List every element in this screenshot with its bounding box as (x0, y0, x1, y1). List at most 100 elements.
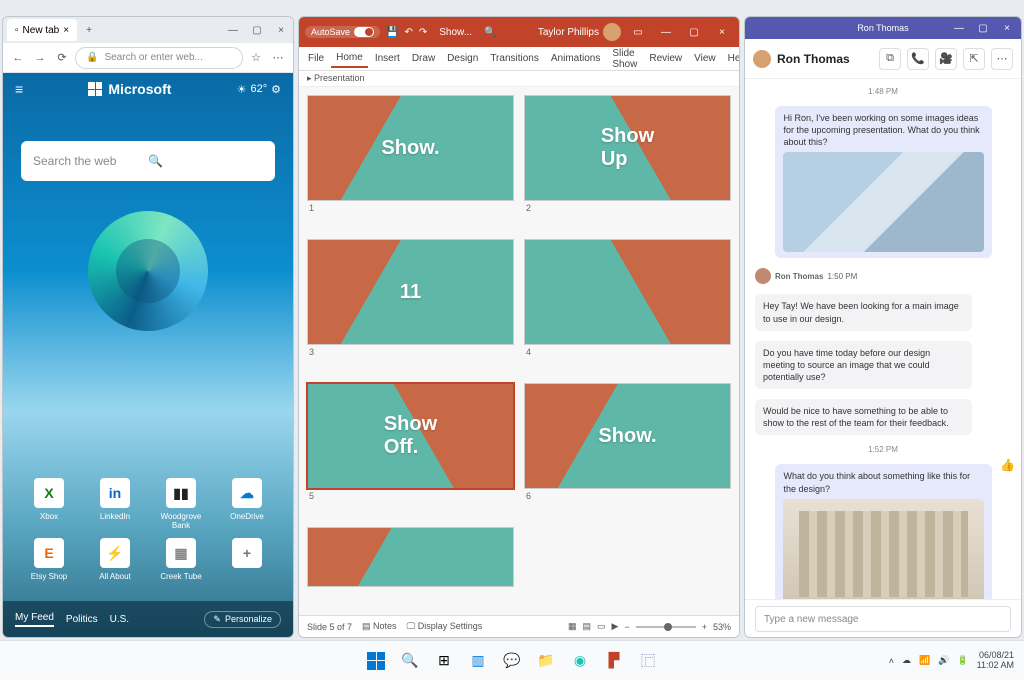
onedrive-icon[interactable]: ☁ (902, 655, 911, 666)
forward-button[interactable]: → (31, 52, 49, 64)
received-message[interactable]: Would be nice to have something to be ab… (755, 399, 972, 435)
image-attachment[interactable] (783, 499, 984, 599)
call-button[interactable]: 📞 (907, 48, 929, 70)
ribbon-tab-view[interactable]: View (689, 50, 721, 67)
zoom-slider[interactable] (636, 626, 696, 628)
sent-message[interactable]: What do you think about something like t… (775, 464, 992, 599)
search-icon[interactable]: 🔍 (484, 27, 496, 38)
wifi-icon[interactable]: 📶 (919, 655, 930, 666)
nav-politics[interactable]: Politics (66, 614, 98, 625)
menu-button[interactable]: ⋯ (269, 51, 287, 64)
received-message[interactable]: Hey Tay! We have been looking for a main… (755, 294, 972, 330)
zoom-out-button[interactable]: − (624, 622, 629, 632)
quick-link[interactable]: ▦Creek Tube (151, 538, 211, 581)
video-button[interactable]: 🎥 (935, 48, 957, 70)
widgets-button[interactable]: ▥ (466, 649, 490, 673)
account-control[interactable]: Taylor Phillips (538, 23, 621, 41)
ribbon-tab-help[interactable]: Help (723, 50, 740, 67)
clock[interactable]: 06/08/21 11:02 AM (977, 651, 1014, 671)
sent-message[interactable]: Hi Ron, I've been working on some images… (775, 106, 992, 258)
undo-icon[interactable]: ↶ (404, 27, 412, 38)
redo-icon[interactable]: ↷ (419, 27, 427, 38)
ntp-search-box[interactable]: Search the web 🔍 (21, 141, 275, 181)
slide-thumb[interactable]: Show.1 (307, 95, 514, 233)
tray-chevron-icon[interactable]: ˄ (889, 656, 894, 666)
personalize-button[interactable]: ✎ Personalize (204, 611, 281, 628)
start-button[interactable] (364, 649, 388, 673)
slide-thumb[interactable]: 113 (307, 239, 514, 377)
quick-link[interactable]: ⚡All About (85, 538, 145, 581)
popout-button[interactable]: ⧉ (879, 48, 901, 70)
favorite-button[interactable]: ☆ (247, 51, 265, 64)
powerpoint-button[interactable]: ▛ (602, 649, 626, 673)
share-button[interactable]: ⇱ (963, 48, 985, 70)
ribbon-tab-insert[interactable]: Insert (370, 50, 405, 67)
teams-button[interactable]: ⿸ (636, 649, 660, 673)
quick-link[interactable]: XXbox (19, 478, 79, 530)
minimize-button[interactable]: — (947, 23, 971, 34)
explorer-button[interactable]: 📁 (534, 649, 558, 673)
maximize-button[interactable]: ▢ (683, 27, 705, 38)
minimize-button[interactable]: — (221, 25, 245, 36)
image-attachment[interactable] (783, 152, 984, 252)
ribbon-tab-draw[interactable]: Draw (407, 50, 440, 67)
quick-link[interactable]: + (217, 538, 277, 581)
slide-thumb[interactable]: Show Off.5 (307, 383, 514, 521)
message-thread[interactable]: 1:48 PMHi Ron, I've been working on some… (745, 79, 1021, 599)
ribbon-tab-slideshow[interactable]: Slide Show (607, 45, 642, 73)
slide-thumb[interactable]: Show Up2 (524, 95, 731, 233)
reading-view-icon[interactable]: ▭ (597, 621, 606, 632)
weather-widget[interactable]: ☀ 62° ⚙ (237, 83, 281, 96)
slide-thumb[interactable] (307, 527, 514, 607)
search-icon[interactable]: 🔍 (148, 154, 263, 168)
quick-link[interactable]: ▮▮Woodgrove Bank (151, 478, 211, 530)
ribbon-tab-file[interactable]: File (303, 50, 329, 67)
task-view-button[interactable]: ⊞ (432, 649, 456, 673)
back-button[interactable]: ← (9, 52, 27, 64)
ribbon-options-icon[interactable]: ▭ (627, 27, 649, 38)
ribbon-tab-transitions[interactable]: Transitions (485, 50, 544, 67)
quick-link[interactable]: ☁OneDrive (217, 478, 277, 530)
address-bar[interactable]: 🔒 Search or enter web... (75, 47, 243, 69)
chat-button[interactable]: 💬 (500, 649, 524, 673)
search-button[interactable]: 🔍 (398, 649, 422, 673)
nav-myfeed[interactable]: My Feed (15, 612, 54, 627)
battery-icon[interactable]: 🔋 (957, 655, 968, 666)
maximize-button[interactable]: ▢ (245, 25, 269, 36)
new-tab-button[interactable]: + (77, 25, 101, 36)
zoom-in-button[interactable]: + (702, 622, 707, 632)
ribbon-tab-review[interactable]: Review (644, 50, 687, 67)
message-input[interactable]: Type a new message (755, 606, 1011, 632)
slideshow-view-icon[interactable]: ▶ (612, 621, 619, 632)
received-message[interactable]: Do you have time today before our design… (755, 341, 972, 389)
close-button[interactable]: × (711, 27, 733, 38)
maximize-button[interactable]: ▢ (971, 23, 995, 34)
sorter-view-icon[interactable]: ▤ (583, 621, 592, 632)
reaction-badge[interactable]: 👍 (1000, 458, 1015, 472)
quick-link[interactable]: EEtsy Shop (19, 538, 79, 581)
normal-view-icon[interactable]: ▦ (568, 621, 577, 632)
edge-button[interactable]: ◉ (568, 649, 592, 673)
notes-button[interactable]: ▤ Notes (362, 621, 397, 632)
close-icon[interactable]: × (63, 25, 69, 36)
close-button[interactable]: × (269, 25, 293, 36)
refresh-button[interactable]: ⟳ (53, 51, 71, 64)
ribbon-tab-animations[interactable]: Animations (546, 50, 605, 67)
display-settings-button[interactable]: 🖵 Display Settings (407, 621, 483, 632)
gear-icon[interactable]: ⚙ (271, 83, 281, 96)
edge-tab-newtab[interactable]: ▫ New tab × (7, 19, 77, 41)
close-button[interactable]: × (995, 23, 1019, 34)
more-button[interactable]: ⋯ (991, 48, 1013, 70)
autosave-toggle[interactable]: AutoSave (305, 26, 380, 38)
minimize-button[interactable]: — (655, 27, 677, 38)
hamburger-icon[interactable]: ≡ (15, 81, 23, 97)
save-icon[interactable]: 💾 (386, 27, 398, 38)
nav-us[interactable]: U.S. (110, 614, 129, 625)
ribbon-tab-home[interactable]: Home (331, 49, 368, 68)
slide-thumb[interactable]: Show.6 (524, 383, 731, 521)
volume-icon[interactable]: 🔊 (938, 655, 949, 666)
ribbon-tab-design[interactable]: Design (442, 50, 483, 67)
slide-thumb[interactable]: 4 (524, 239, 731, 377)
pp-titlebar: AutoSave 💾 ↶ ↷ Show... 🔍 Taylor Phillips… (299, 17, 739, 47)
quick-link[interactable]: inLinkedIn (85, 478, 145, 530)
